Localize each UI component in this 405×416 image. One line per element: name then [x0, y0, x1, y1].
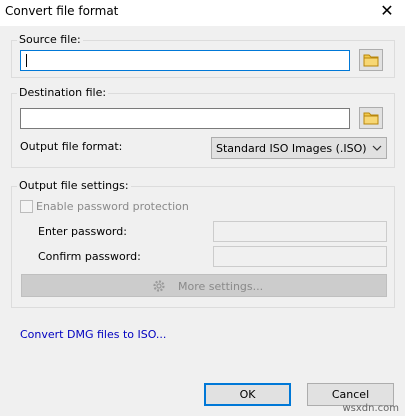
convert-file-format-dialog: Convert file format ✕ Source file: Desti… — [0, 0, 405, 416]
confirm-password-label: Confirm password: — [38, 250, 141, 263]
convert-dmg-link[interactable]: Convert DMG files to ISO... — [20, 328, 166, 341]
source-browse-button[interactable] — [359, 49, 383, 71]
output-format-select[interactable]: Standard ISO Images (.ISO) — [211, 137, 387, 159]
destination-file-label: Destination file: — [17, 86, 109, 99]
watermark: wsxdn.com — [342, 403, 399, 414]
password-protection-label: Enable password protection — [36, 200, 189, 213]
more-settings-button[interactable]: More settings... — [21, 274, 387, 297]
destination-file-input[interactable] — [20, 108, 350, 129]
more-settings-label: More settings... — [178, 280, 264, 293]
window-title: Convert file format — [5, 4, 119, 18]
source-file-label: Source file: — [17, 33, 83, 46]
output-settings-label: Output file settings: — [17, 179, 131, 192]
enter-password-label: Enter password: — [38, 225, 127, 238]
enter-password-input[interactable] — [213, 221, 387, 242]
folder-icon — [363, 112, 379, 125]
gear-icon — [153, 280, 165, 292]
title-bar: Convert file format ✕ — [0, 0, 405, 26]
chevron-down-icon — [372, 145, 382, 151]
text-caret — [26, 54, 27, 67]
folder-icon — [363, 54, 379, 67]
password-protection-checkbox[interactable] — [20, 200, 33, 213]
output-format-value: Standard ISO Images (.ISO) — [216, 142, 367, 155]
destination-browse-button[interactable] — [359, 107, 383, 129]
ok-button[interactable]: OK — [204, 383, 291, 406]
output-format-label: Output file format: — [20, 140, 123, 153]
source-file-input[interactable] — [20, 50, 350, 71]
close-icon[interactable]: ✕ — [379, 3, 395, 19]
confirm-password-input[interactable] — [213, 246, 387, 267]
